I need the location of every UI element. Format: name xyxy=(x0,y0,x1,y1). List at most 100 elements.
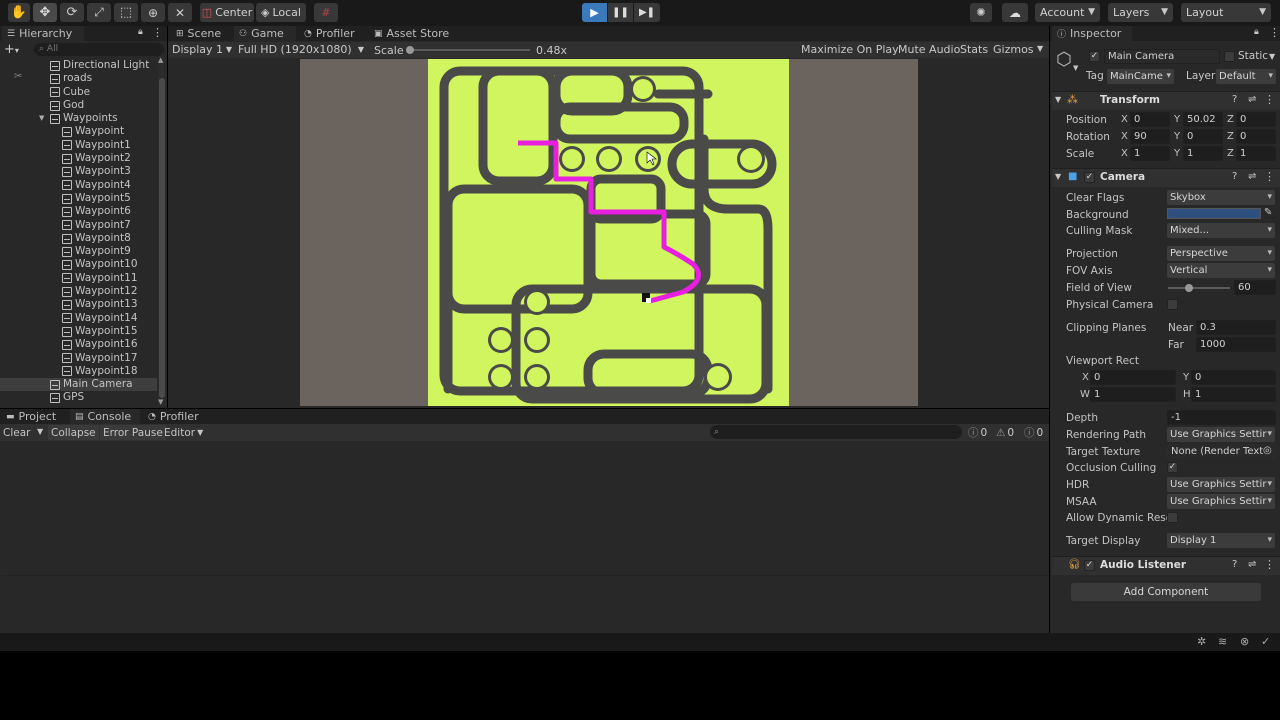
kebab-menu-icon[interactable]: ⋮ xyxy=(1264,558,1275,571)
bug-icon[interactable]: ✲ xyxy=(1197,635,1206,648)
fov-slider[interactable] xyxy=(1168,284,1230,292)
hierarchy-item[interactable]: Waypoint12 xyxy=(0,285,157,298)
tab-asset-store[interactable]: ▣ Asset Store xyxy=(370,26,450,41)
add-object-button[interactable]: +▾ xyxy=(4,42,19,57)
pos-y-field[interactable]: 50.02 xyxy=(1183,112,1223,127)
account-dropdown[interactable]: Account ▼ xyxy=(1035,3,1100,22)
static-checkbox[interactable] xyxy=(1224,51,1235,62)
clear-flags-dropdown[interactable]: Skybox xyxy=(1167,190,1275,205)
target-display-dropdown[interactable]: Display 1 xyxy=(1167,533,1275,548)
projection-dropdown[interactable]: Perspective xyxy=(1167,246,1275,261)
stats-toggle[interactable]: Stats xyxy=(960,43,988,56)
scale-slider[interactable] xyxy=(406,46,530,54)
rotate-tool-button[interactable]: ⟳ xyxy=(60,3,84,22)
pivot-local-toggle[interactable]: ◈ Local xyxy=(256,3,306,22)
foldout-chevron-icon[interactable]: ▼ xyxy=(1055,95,1061,104)
audio-listener-checkbox[interactable]: ✓ xyxy=(1084,560,1095,571)
near-field[interactable]: 0.3 xyxy=(1196,320,1276,335)
fov-axis-dropdown[interactable]: Vertical xyxy=(1167,263,1275,278)
active-checkbox[interactable]: ✓ xyxy=(1089,51,1100,62)
error-pause-toggle[interactable]: Error Pause xyxy=(100,425,166,440)
transform-header[interactable] xyxy=(1052,91,1280,110)
pivot-center-toggle[interactable]: ◫ Center xyxy=(200,3,254,22)
scale-slider-thumb[interactable] xyxy=(406,46,414,54)
layers-dropdown[interactable]: Layers ▼ xyxy=(1108,3,1173,22)
lock-icon[interactable]: 🔒︎ xyxy=(1254,27,1259,37)
foldout-chevron-icon[interactable]: ▼ xyxy=(39,112,44,125)
kebab-menu-icon[interactable]: ⋮ xyxy=(1264,170,1275,183)
hierarchy-item[interactable]: Waypoint3 xyxy=(0,165,157,178)
scroll-down-icon[interactable]: ▼ xyxy=(158,398,163,406)
light-button[interactable]: ✺ xyxy=(970,3,992,22)
hierarchy-item[interactable]: Waypoint1 xyxy=(0,139,157,152)
depth-field[interactable]: -1 xyxy=(1167,410,1276,425)
pos-z-label[interactable]: Z xyxy=(1227,114,1234,125)
rect-tool-button[interactable]: ⬚ xyxy=(114,3,138,22)
static-chevron-down-icon[interactable]: ▼ xyxy=(1269,52,1275,61)
pos-x-field[interactable]: 0 xyxy=(1130,112,1170,127)
pos-x-label[interactable]: X xyxy=(1121,114,1128,125)
console-search-input[interactable]: ⌕ xyxy=(710,425,962,439)
occlusion-culling-checkbox[interactable]: ✓ xyxy=(1167,462,1178,473)
transform-tool-button[interactable]: ⊕ xyxy=(141,3,165,22)
hierarchy-item[interactable]: Waypoint xyxy=(0,125,157,138)
rot-z-field[interactable]: 0 xyxy=(1236,129,1276,144)
hierarchy-item[interactable]: Cube xyxy=(0,86,157,99)
hierarchy-item[interactable]: Waypoint4 xyxy=(0,179,157,192)
target-texture-field[interactable]: None (Render Text xyxy=(1167,444,1276,459)
collapse-toggle[interactable]: Collapse xyxy=(48,425,99,440)
eyedropper-icon[interactable]: ✎ xyxy=(1264,207,1272,218)
gizmos-chevron-down-icon[interactable]: ▼ xyxy=(1037,44,1043,53)
kebab-menu-icon[interactable]: ⋮ xyxy=(152,26,163,39)
clear-chevron-down-icon[interactable]: ▼ xyxy=(37,427,43,436)
play-button[interactable]: ▶ xyxy=(582,3,607,22)
rot-z-label[interactable]: Z xyxy=(1227,131,1234,142)
scroll-up-icon[interactable]: ▲ xyxy=(158,56,163,64)
fov-slider-thumb[interactable] xyxy=(1185,284,1193,292)
viewport-w-field[interactable]: 1 xyxy=(1090,387,1176,402)
step-button[interactable]: ▶❚ xyxy=(634,3,660,22)
clear-button[interactable]: Clear xyxy=(0,425,33,440)
viewport-x-field[interactable]: 0 xyxy=(1090,370,1176,385)
tab-project[interactable]: ▬ Project xyxy=(2,409,66,424)
rot-y-label[interactable]: Y xyxy=(1174,131,1180,142)
hierarchy-search-input[interactable]: ⌕ All xyxy=(34,43,164,56)
error-count[interactable]: ⓘ 0 xyxy=(1024,425,1043,440)
tab-scene[interactable]: ⊞ Scene xyxy=(172,26,232,41)
mute-audio-toggle[interactable]: Mute Audio xyxy=(898,43,960,56)
pos-y-label[interactable]: Y xyxy=(1174,114,1180,125)
pause-button[interactable]: ❚❚ xyxy=(608,3,633,22)
game-viewport[interactable] xyxy=(300,59,918,406)
custom-tool-button[interactable]: ✕ xyxy=(168,3,192,22)
info-count[interactable]: ⓘ 0 xyxy=(968,425,987,440)
scale-x-field[interactable]: 1 xyxy=(1130,146,1170,161)
scale-x-label[interactable]: X xyxy=(1121,148,1128,159)
grid-snap-button[interactable]: # xyxy=(314,3,338,22)
icon-chevron-down-icon[interactable]: ▼ xyxy=(1073,64,1078,72)
hierarchy-item[interactable]: roads xyxy=(0,72,157,85)
rot-x-field[interactable]: 90 xyxy=(1130,129,1170,144)
camera-enabled-checkbox[interactable]: ✓ xyxy=(1084,172,1095,183)
allow-dynamic-resolution-checkbox[interactable] xyxy=(1167,512,1178,523)
cloud-button[interactable]: ☁ xyxy=(1002,3,1028,22)
hierarchy-item[interactable]: Waypoint8 xyxy=(0,232,157,245)
scale-z-label[interactable]: Z xyxy=(1227,148,1234,159)
hdr-dropdown[interactable]: Use Graphics Settir xyxy=(1167,477,1275,492)
scale-y-field[interactable]: 1 xyxy=(1183,146,1223,161)
hierarchy-item[interactable]: Main Camera xyxy=(0,378,157,392)
network-icon[interactable]: ⊗ xyxy=(1240,635,1249,648)
rot-x-label[interactable]: X xyxy=(1121,131,1128,142)
hierarchy-item[interactable]: Waypoint6 xyxy=(0,205,157,218)
help-icon[interactable]: ? xyxy=(1232,559,1237,570)
check-circle-icon[interactable]: ✓ xyxy=(1261,635,1270,648)
kebab-menu-icon[interactable]: ⋮ xyxy=(1269,26,1280,39)
viewport-h-field[interactable]: 1 xyxy=(1191,387,1276,402)
help-icon[interactable]: ? xyxy=(1232,94,1237,105)
rendering-path-dropdown[interactable]: Use Graphics Settir xyxy=(1167,427,1275,442)
object-picker-icon[interactable]: ◎ xyxy=(1263,445,1272,456)
hierarchy-item[interactable]: Waypoint17 xyxy=(0,352,157,365)
rot-y-field[interactable]: 0 xyxy=(1183,129,1223,144)
far-field[interactable]: 1000 xyxy=(1196,337,1276,352)
layers-icon[interactable]: ≋ xyxy=(1218,635,1227,648)
layout-dropdown[interactable]: Layout ▼ xyxy=(1181,3,1271,22)
